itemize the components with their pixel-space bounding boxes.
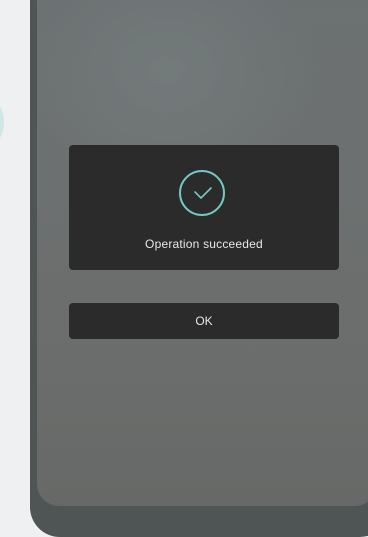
checkmark-icon [194, 187, 212, 199]
success-message-card: Operation succeeded [69, 145, 339, 270]
page: Operation succeeded OK [0, 0, 368, 537]
check-circle-icon [179, 170, 225, 216]
background-decoration [0, 96, 4, 148]
ok-button[interactable]: OK [69, 303, 339, 339]
success-message: Operation succeeded [145, 237, 263, 251]
